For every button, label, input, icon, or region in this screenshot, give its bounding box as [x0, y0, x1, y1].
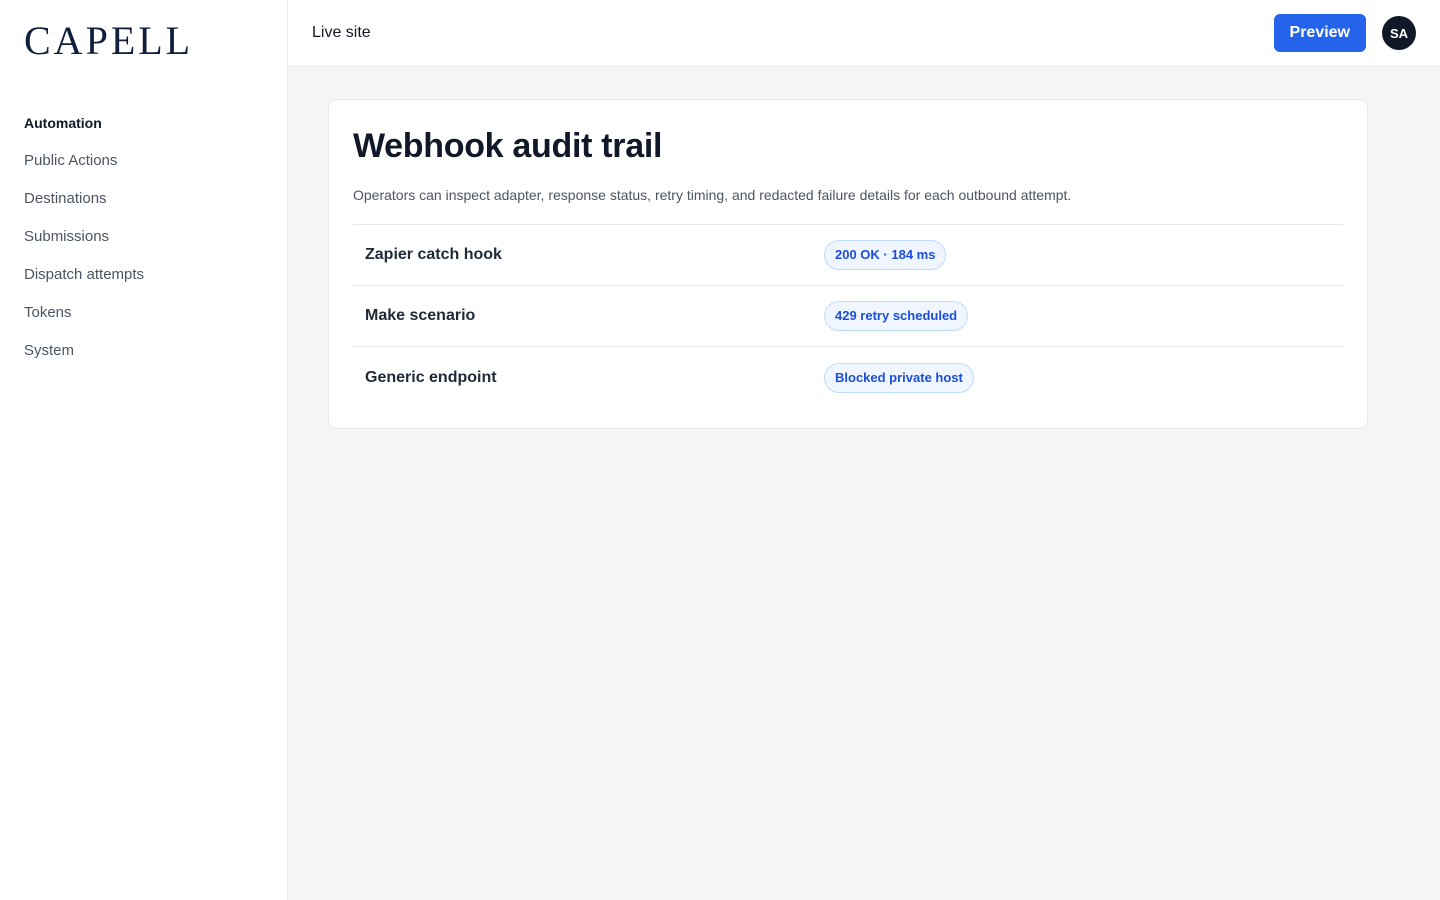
page-description: Operators can inspect adapter, response … [353, 187, 1072, 203]
sidebar-nav: Automation Public Actions Destinations S… [24, 113, 263, 379]
sidebar-section-automation[interactable]: Automation [24, 113, 263, 151]
app-shell: CAPELL Automation Public Actions Destina… [0, 0, 1440, 900]
destination-name: Generic endpoint [365, 368, 497, 386]
live-site-link[interactable]: Live site [312, 24, 371, 42]
sidebar-item-submissions[interactable]: Submissions [24, 227, 263, 265]
audit-row: Make scenario 429 retry scheduled [353, 286, 1343, 347]
sidebar-item-destinations[interactable]: Destinations [24, 189, 263, 227]
status-badge: Blocked private host [824, 362, 974, 393]
page-content: Webhook audit trail Operators can inspec… [288, 67, 1440, 429]
audit-list: Zapier catch hook 200 OK · 184 ms Make s… [353, 224, 1343, 408]
destination-name: Make scenario [365, 307, 476, 324]
sidebar: CAPELL Automation Public Actions Destina… [0, 0, 288, 900]
status-badge: 200 OK · 184 ms [824, 240, 947, 270]
webhook-audit-card: Webhook audit trail Operators can inspec… [328, 99, 1368, 429]
audit-row: Zapier catch hook 200 OK · 184 ms [353, 225, 1343, 286]
top-bar: Live site Preview SA [288, 0, 1440, 67]
brand-logo[interactable]: CAPELL [24, 21, 263, 61]
sidebar-item-system[interactable]: System [24, 341, 263, 379]
user-avatar[interactable]: SA [1382, 16, 1416, 50]
status-badge: 429 retry scheduled [824, 301, 969, 331]
sidebar-item-tokens[interactable]: Tokens [24, 303, 263, 341]
sidebar-item-public-actions[interactable]: Public Actions [24, 151, 263, 189]
main-area: Live site Preview SA Webhook audit trail… [288, 0, 1440, 900]
page-title: Webhook audit trail [353, 127, 663, 165]
sidebar-item-dispatch-attempts[interactable]: Dispatch attempts [24, 265, 263, 303]
audit-row: Generic endpoint Blocked private host [353, 347, 1343, 408]
destination-name: Zapier catch hook [365, 246, 502, 263]
preview-button[interactable]: Preview [1273, 14, 1366, 52]
